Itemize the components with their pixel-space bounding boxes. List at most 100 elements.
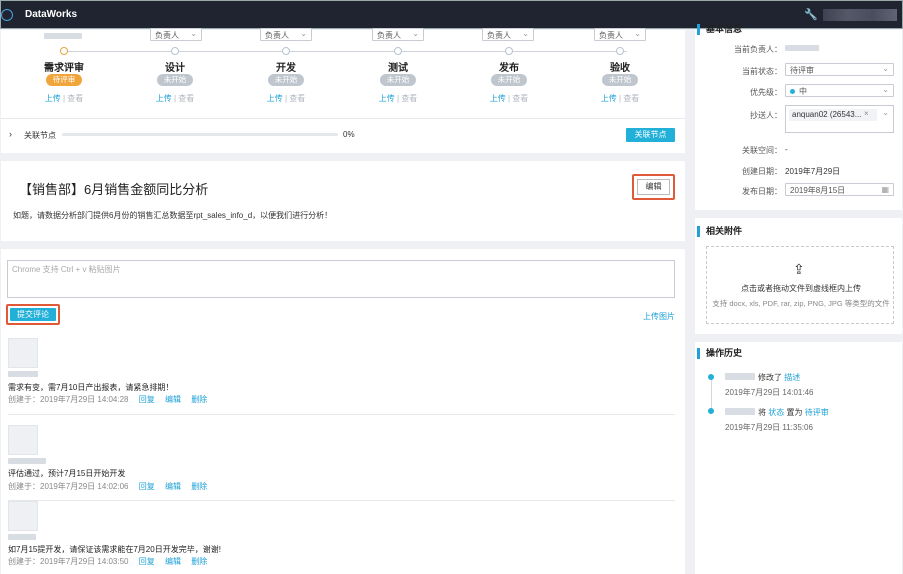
created-date-value: 2019年7月29日 bbox=[785, 167, 841, 176]
timeline-dot bbox=[708, 408, 714, 414]
step-title: 测试 bbox=[388, 63, 408, 74]
highlight-box bbox=[632, 174, 675, 200]
upload-image-link[interactable]: 上传图片 bbox=[643, 311, 675, 322]
chevron-down-icon: ⌄ bbox=[882, 64, 889, 73]
avatar bbox=[8, 338, 38, 368]
assignee-select-dev[interactable]: 负责人 ⌄ bbox=[260, 28, 312, 41]
publish-date-label: 发布日期： bbox=[742, 187, 782, 196]
user-avatar[interactable] bbox=[823, 9, 897, 21]
priority-value: 中 bbox=[799, 87, 807, 96]
history-target[interactable]: 描述 bbox=[784, 373, 800, 382]
cc-value: anquan02 (26543... bbox=[792, 110, 862, 119]
chevron-down-icon: ⌄ bbox=[300, 29, 307, 38]
step-links: 上传 | 查看 bbox=[34, 93, 94, 104]
edit-link[interactable]: 编辑 bbox=[165, 395, 181, 404]
upload-link[interactable]: 上传 bbox=[490, 94, 506, 103]
progress-bar bbox=[62, 133, 338, 136]
upload-icon: ⇪ bbox=[793, 261, 805, 277]
requirement-panel bbox=[1, 161, 685, 241]
related-nodes-button[interactable]: 关联节点 bbox=[626, 128, 675, 142]
assignee-placeholder: 负责人 bbox=[599, 31, 623, 40]
calendar-icon[interactable]: ▦ bbox=[881, 185, 889, 194]
assignee-select-accept[interactable]: 负责人 ⌄ bbox=[594, 28, 646, 41]
history-value[interactable]: 待评审 bbox=[805, 408, 829, 417]
highlight-box bbox=[6, 304, 60, 325]
publish-date-value: 2019年8月15日 bbox=[790, 186, 846, 195]
upload-dropzone[interactable]: ⇪ 点击或者拖动文件到虚线框内上传 支持 docx, xls, PDF, rar… bbox=[706, 246, 894, 324]
upload-link[interactable]: 上传 bbox=[45, 94, 61, 103]
comment-meta: 创建于：2019年7月29日 14:03:50 回复 编辑 删除 bbox=[8, 556, 207, 567]
priority-select[interactable]: 中 ⌄ bbox=[785, 84, 894, 97]
step-links: 上传 | 查看 bbox=[590, 93, 650, 104]
comment-created: 创建于：2019年7月29日 14:04:28 bbox=[8, 395, 129, 404]
assignee-select-test[interactable]: 负责人 ⌄ bbox=[372, 28, 424, 41]
dataworks-logo-icon[interactable] bbox=[1, 9, 13, 21]
reply-link[interactable]: 回复 bbox=[139, 395, 155, 404]
chevron-down-icon: ⌄ bbox=[522, 29, 529, 38]
created-date-label: 创建日期： bbox=[742, 167, 782, 176]
delete-link[interactable]: 删除 bbox=[191, 395, 207, 404]
commenter-name bbox=[8, 458, 46, 464]
link-separator: | bbox=[62, 94, 66, 103]
reply-link[interactable]: 回复 bbox=[139, 482, 155, 491]
requirement-title: 【销售部】6月销售金额同比分析 bbox=[19, 182, 209, 197]
view-link[interactable]: 查看 bbox=[178, 94, 194, 103]
upload-link[interactable]: 上传 bbox=[267, 94, 283, 103]
priority-dot-icon bbox=[790, 89, 795, 94]
link-separator: | bbox=[507, 94, 511, 103]
assignee-select-design[interactable]: 负责人 ⌄ bbox=[150, 28, 202, 41]
top-bar: DataWorks 🔧 bbox=[0, 0, 903, 29]
step-connector bbox=[68, 51, 627, 52]
history-user bbox=[725, 373, 755, 380]
edit-link[interactable]: 编辑 bbox=[165, 482, 181, 491]
related-nodes-label[interactable]: 关联节点 bbox=[24, 130, 56, 141]
app-title[interactable]: DataWorks bbox=[25, 9, 77, 20]
cc-label: 抄送人： bbox=[750, 111, 782, 120]
current-owner-label: 当前负责人： bbox=[734, 45, 782, 54]
view-link[interactable]: 查看 bbox=[289, 94, 305, 103]
wrench-icon[interactable]: 🔧 bbox=[804, 8, 818, 21]
history-item: 将 状态 置为 待评审 bbox=[758, 407, 829, 418]
chevron-down-icon: ⌄ bbox=[882, 85, 889, 94]
supported-types: 支持 docx, xls, PDF, rar, zip, PNG, JPG 等类… bbox=[712, 299, 890, 308]
progress-text: 0% bbox=[343, 130, 355, 139]
step-links: 上传 | 查看 bbox=[479, 93, 539, 104]
related-space-label: 关联空间： bbox=[742, 146, 782, 155]
upload-link[interactable]: 上传 bbox=[601, 94, 617, 103]
reply-link[interactable]: 回复 bbox=[139, 557, 155, 566]
view-link[interactable]: 查看 bbox=[401, 94, 417, 103]
step-title: 发布 bbox=[499, 63, 519, 74]
history-time: 2019年7月29日 11:35:06 bbox=[725, 423, 813, 432]
assignee-select-release[interactable]: 负责人 ⌄ bbox=[482, 28, 534, 41]
comment-meta: 创建于：2019年7月29日 14:04:28 回复 编辑 删除 bbox=[8, 394, 207, 405]
view-link[interactable]: 查看 bbox=[512, 94, 528, 103]
comment-created: 创建于：2019年7月29日 14:03:50 bbox=[8, 557, 129, 566]
status-select[interactable]: 待评审 ⌄ bbox=[785, 63, 894, 76]
step-status-badge: 未开始 bbox=[268, 74, 304, 86]
upload-link[interactable]: 上传 bbox=[156, 94, 172, 103]
link-separator: | bbox=[396, 94, 400, 103]
chevron-right-icon[interactable]: › bbox=[9, 129, 12, 139]
upload-link[interactable]: 上传 bbox=[379, 94, 395, 103]
history-user bbox=[725, 408, 755, 415]
edit-link[interactable]: 编辑 bbox=[165, 557, 181, 566]
upload-hint: 点击或者拖动文件到虚线框内上传 bbox=[741, 284, 861, 293]
view-link[interactable]: 查看 bbox=[623, 94, 639, 103]
delete-link[interactable]: 删除 bbox=[191, 482, 207, 491]
step-title: 设计 bbox=[165, 63, 185, 74]
divider bbox=[8, 414, 675, 415]
cc-field[interactable]: anquan02 (26543... × ⌄ bbox=[785, 105, 894, 133]
history-mid: 置为 bbox=[786, 408, 803, 417]
publish-date-input[interactable]: 2019年8月15日 ▦ bbox=[785, 183, 894, 196]
link-separator: | bbox=[173, 94, 177, 103]
step-title: 需求评审 bbox=[44, 63, 84, 74]
remove-tag-icon[interactable]: × bbox=[864, 109, 869, 118]
attachments-title: 相关附件 bbox=[697, 226, 742, 237]
comment-input[interactable]: Chrome 支持 Ctrl + v 粘贴图片 bbox=[7, 260, 675, 298]
step-links: 上传 | 查看 bbox=[368, 93, 428, 104]
creator-name bbox=[44, 33, 82, 39]
divider bbox=[8, 500, 675, 501]
history-target[interactable]: 状态 bbox=[768, 408, 784, 417]
delete-link[interactable]: 删除 bbox=[191, 557, 207, 566]
view-link[interactable]: 查看 bbox=[67, 94, 83, 103]
